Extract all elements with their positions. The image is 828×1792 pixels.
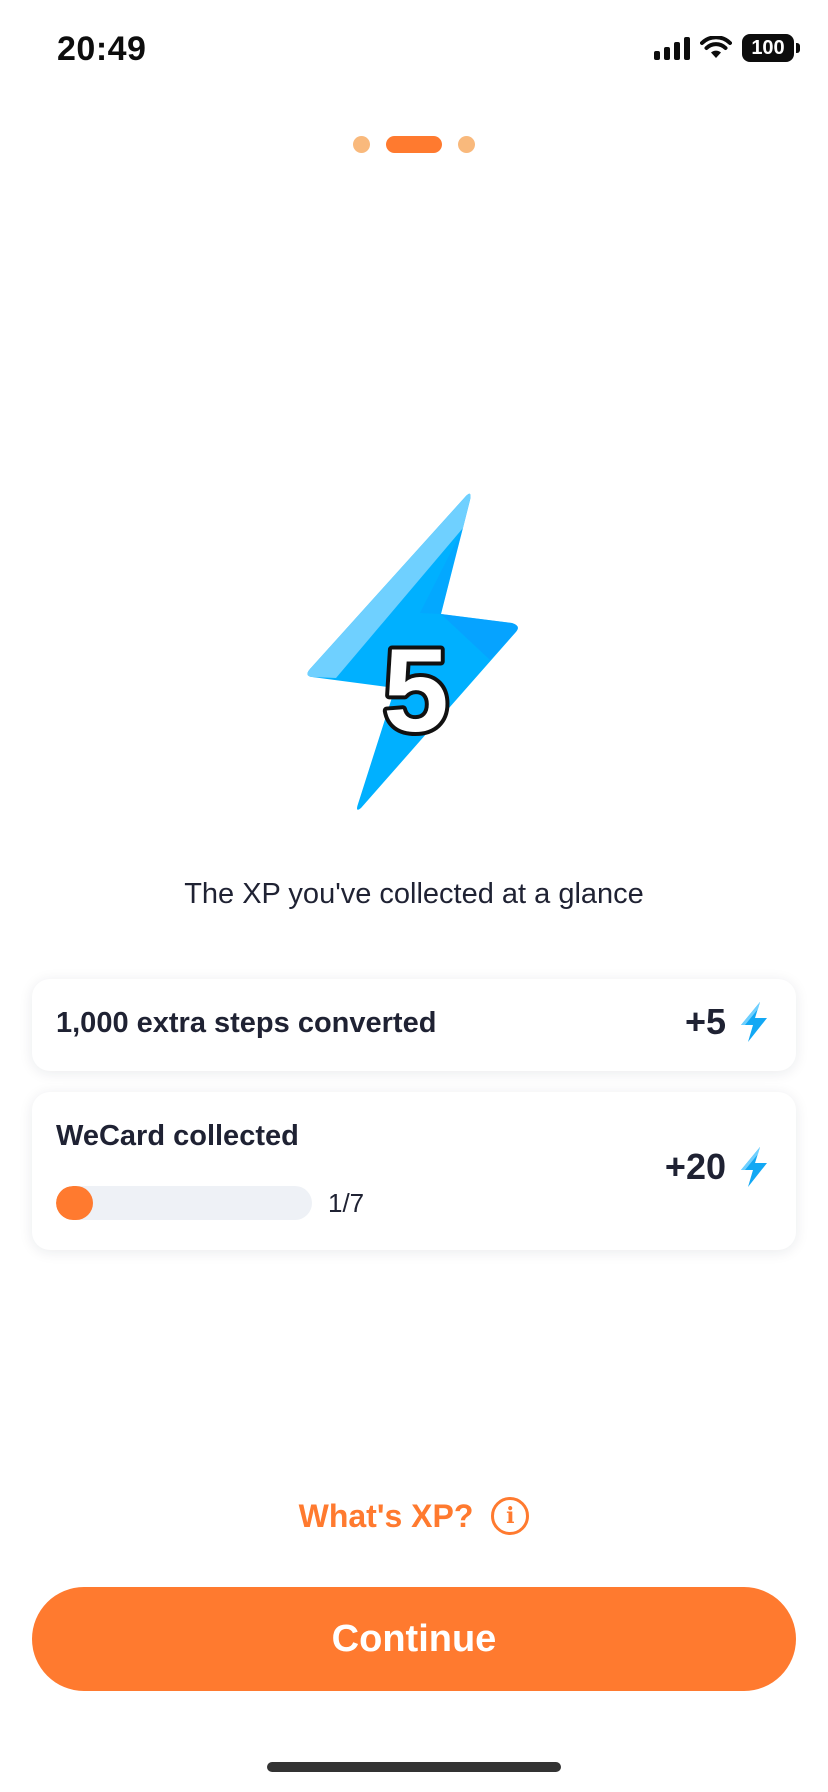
wecard-progress-text: 1/7 <box>328 1188 365 1218</box>
lightning-bolt-icon <box>741 1002 767 1042</box>
page-dot <box>353 136 370 153</box>
wifi-icon <box>700 36 732 58</box>
lightning-bolt-icon: 5 <box>307 493 518 810</box>
cellular-signal-icon <box>654 36 690 60</box>
reward-value: +20 <box>664 1146 726 1187</box>
whats-xp-link[interactable]: What's XP? i <box>0 1497 828 1535</box>
reward-value: +5 <box>684 1001 726 1042</box>
wecard-progress-fill <box>56 1186 93 1220</box>
page-indicator <box>0 136 828 153</box>
hero-xp-value: 5 <box>383 625 449 757</box>
info-icon[interactable]: i <box>491 1497 530 1535</box>
wecard-progress-bar <box>56 1186 312 1220</box>
battery-icon: 100 <box>742 34 800 62</box>
home-indicator[interactable] <box>267 1762 561 1772</box>
reward-amount: +20 <box>665 1146 770 1188</box>
page-dot <box>458 136 475 153</box>
status-icons: 100 <box>654 34 800 62</box>
xp-hero: 5 <box>300 488 530 818</box>
continue-button[interactable]: Continue <box>32 1587 796 1691</box>
lightning-bolt-icon <box>741 1147 767 1187</box>
reward-amount: +5 <box>685 1001 770 1043</box>
reward-label: 1,000 extra steps converted <box>56 1007 437 1039</box>
status-bar: 20:49 100 <box>0 0 828 100</box>
status-time: 20:49 <box>57 30 147 68</box>
page-dot-active <box>386 136 442 153</box>
reward-label: WeCard collected <box>56 1120 299 1152</box>
reward-card-wecard: WeCard collected 1/7 +20 <box>32 1092 796 1250</box>
xp-summary-screen: 20:49 100 5 The XP you've collected at a… <box>0 0 828 1792</box>
reward-card-steps: 1,000 extra steps converted +5 <box>32 979 796 1071</box>
subtitle: The XP you've collected at a glance <box>184 878 644 910</box>
whats-xp-label[interactable]: What's XP? <box>299 1498 474 1535</box>
